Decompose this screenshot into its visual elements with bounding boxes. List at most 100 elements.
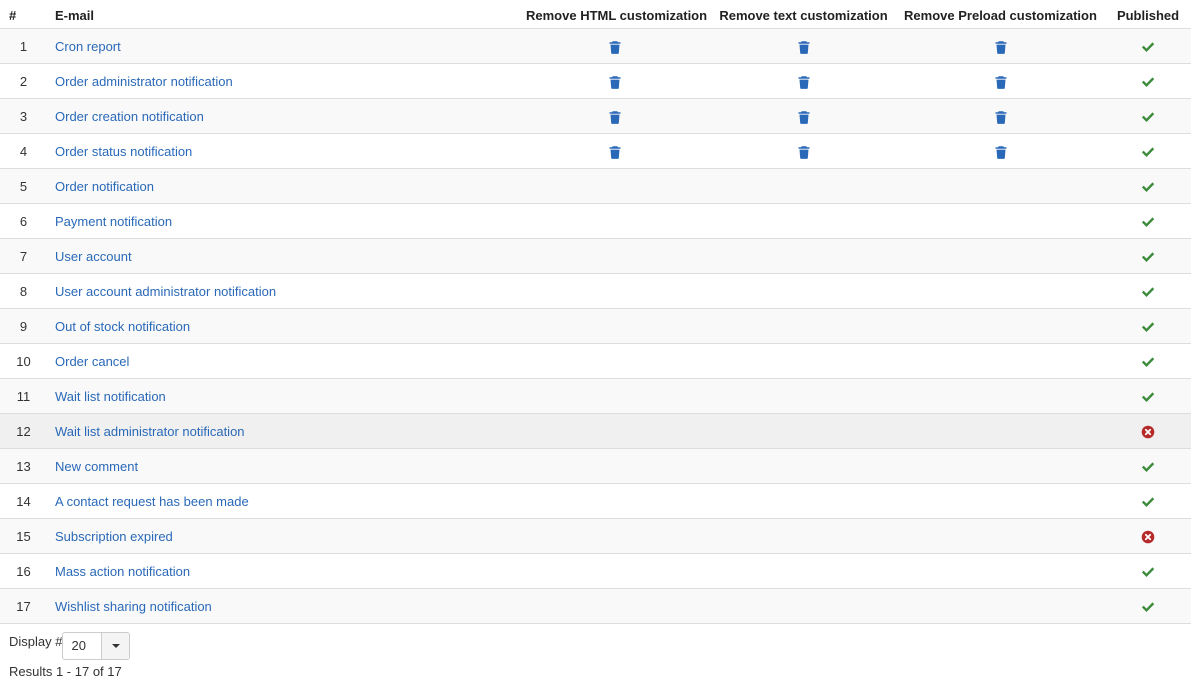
trash-icon[interactable] <box>994 75 1008 89</box>
remove-preload-cell <box>896 553 1105 589</box>
email-cell: Mass action notification <box>47 553 518 589</box>
table-row: 8 User account administrator notification <box>0 273 1191 309</box>
trash-icon[interactable] <box>994 110 1008 124</box>
check-icon[interactable] <box>1141 110 1155 124</box>
email-name-link[interactable]: Cron report <box>55 39 121 54</box>
email-name-link[interactable]: Wishlist sharing notification <box>55 599 212 614</box>
remove-html-cell <box>518 553 711 589</box>
remove-html-cell <box>518 133 711 169</box>
published-cell <box>1105 133 1191 169</box>
email-name-link[interactable]: Subscription expired <box>55 529 173 544</box>
check-icon[interactable] <box>1141 250 1155 264</box>
email-cell: Out of stock notification <box>47 308 518 344</box>
trash-icon[interactable] <box>608 75 622 89</box>
check-icon[interactable] <box>1141 355 1155 369</box>
display-count-select[interactable]: 20 <box>62 632 131 660</box>
pagination-footer: Display # 20 Results 1 - 17 of 17 <box>0 624 1202 679</box>
cross-circle-icon[interactable] <box>1141 425 1155 439</box>
check-icon[interactable] <box>1141 460 1155 474</box>
remove-text-cell <box>711 483 896 519</box>
results-counter: Results 1 - 17 of 17 <box>9 664 122 679</box>
table-body: 1 Cron report 2 Order administrator notific… <box>0 28 1191 624</box>
trash-icon[interactable] <box>797 110 811 124</box>
check-icon[interactable] <box>1141 320 1155 334</box>
email-cell: Subscription expired <box>47 518 518 554</box>
published-cell <box>1105 588 1191 624</box>
header-published[interactable]: Published <box>1105 0 1191 29</box>
caret-down-icon <box>111 644 120 648</box>
email-name-link[interactable]: Order status notification <box>55 144 192 159</box>
table-row: 11 Wait list notification <box>0 378 1191 414</box>
header-email[interactable]: E-mail <box>47 0 518 29</box>
table-row: 14 A contact request has been made <box>0 483 1191 519</box>
email-name-link[interactable]: Order administrator notification <box>55 74 233 89</box>
check-icon[interactable] <box>1141 600 1155 614</box>
remove-preload-cell <box>896 133 1105 169</box>
remove-text-cell <box>711 378 896 414</box>
email-name-link[interactable]: New comment <box>55 459 138 474</box>
row-number: 8 <box>0 273 47 309</box>
check-icon[interactable] <box>1141 390 1155 404</box>
cross-circle-icon[interactable] <box>1141 530 1155 544</box>
remove-html-cell <box>518 518 711 554</box>
email-name-link[interactable]: Out of stock notification <box>55 319 190 334</box>
remove-preload-cell <box>896 413 1105 449</box>
email-name-link[interactable]: Wait list administrator notification <box>55 424 245 439</box>
email-name-link[interactable]: Payment notification <box>55 214 172 229</box>
check-icon[interactable] <box>1141 565 1155 579</box>
remove-html-cell <box>518 413 711 449</box>
remove-html-cell <box>518 343 711 379</box>
email-name-link[interactable]: Order notification <box>55 179 154 194</box>
email-name-link[interactable]: Order creation notification <box>55 109 204 124</box>
trash-icon[interactable] <box>797 75 811 89</box>
check-icon[interactable] <box>1141 215 1155 229</box>
remove-html-cell <box>518 483 711 519</box>
table-row: 13 New comment <box>0 448 1191 484</box>
email-cell: Order status notification <box>47 133 518 169</box>
remove-text-cell <box>711 133 896 169</box>
remove-html-cell <box>518 63 711 99</box>
check-icon[interactable] <box>1141 180 1155 194</box>
trash-icon[interactable] <box>608 110 622 124</box>
display-count-dropdown-button[interactable] <box>101 633 130 659</box>
trash-icon[interactable] <box>608 40 622 54</box>
email-name-link[interactable]: Order cancel <box>55 354 129 369</box>
check-icon[interactable] <box>1141 40 1155 54</box>
email-cell: Wait list administrator notification <box>47 413 518 449</box>
check-icon[interactable] <box>1141 285 1155 299</box>
check-icon[interactable] <box>1141 145 1155 159</box>
remove-text-cell <box>711 238 896 274</box>
remove-text-cell <box>711 518 896 554</box>
email-name-link[interactable]: Mass action notification <box>55 564 190 579</box>
trash-icon[interactable] <box>797 40 811 54</box>
remove-html-cell <box>518 448 711 484</box>
check-icon[interactable] <box>1141 75 1155 89</box>
email-name-link[interactable]: A contact request has been made <box>55 494 249 509</box>
header-number[interactable]: # <box>0 0 47 29</box>
remove-text-cell <box>711 413 896 449</box>
email-cell: Order notification <box>47 168 518 204</box>
table-row: 5 Order notification <box>0 168 1191 204</box>
remove-text-cell <box>711 98 896 134</box>
email-name-link[interactable]: User account <box>55 249 132 264</box>
email-cell: Cron report <box>47 28 518 64</box>
trash-icon[interactable] <box>994 40 1008 54</box>
email-name-link[interactable]: Wait list notification <box>55 389 166 404</box>
published-cell <box>1105 308 1191 344</box>
published-cell <box>1105 168 1191 204</box>
email-name-link[interactable]: User account administrator notification <box>55 284 276 299</box>
remove-html-cell <box>518 308 711 344</box>
remove-preload-cell <box>896 63 1105 99</box>
row-number: 9 <box>0 308 47 344</box>
check-icon[interactable] <box>1141 495 1155 509</box>
remove-text-cell <box>711 553 896 589</box>
trash-icon[interactable] <box>994 145 1008 159</box>
trash-icon[interactable] <box>797 145 811 159</box>
remove-preload-cell <box>896 343 1105 379</box>
published-cell <box>1105 518 1191 554</box>
trash-icon[interactable] <box>608 145 622 159</box>
header-remove-preload[interactable]: Remove Preload customization <box>896 0 1105 29</box>
row-number: 16 <box>0 553 47 589</box>
email-cell: Wishlist sharing notification <box>47 588 518 624</box>
table-row: 7 User account <box>0 238 1191 274</box>
